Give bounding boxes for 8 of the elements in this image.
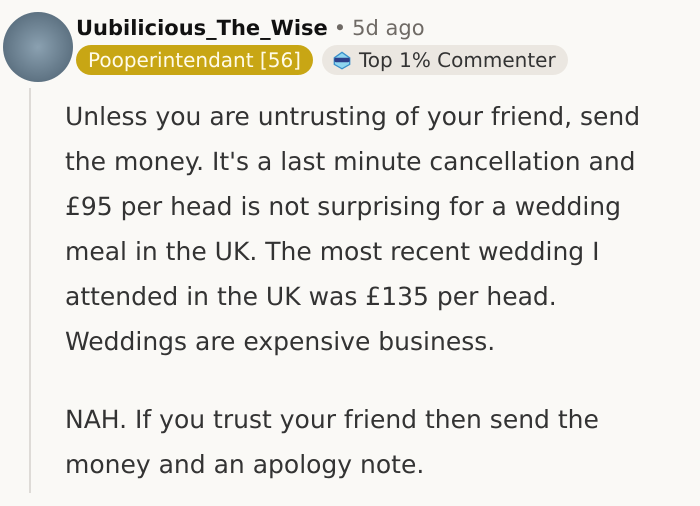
separator-dot: • — [334, 16, 346, 40]
badge-label: Top 1% Commenter — [358, 48, 556, 72]
comment-paragraph: Unless you are untrusting of your friend, send the money. It's a last minute cancellation and £95 per head is not surprising for a wedding meal in the UK. The most recent wedding I attended in the UK was £135 per head. Weddings are expensive business. — [65, 101, 642, 358]
user-flair: Pooperintendant [56] — [76, 45, 313, 75]
comment-paragraph: NAH. If you trust your friend then send the money and an apology note. — [65, 404, 600, 481]
sunglasses-icon — [330, 49, 353, 71]
username[interactable]: Uubilicious_The_Wise — [76, 16, 328, 40]
timestamp: 5d ago — [352, 16, 425, 40]
